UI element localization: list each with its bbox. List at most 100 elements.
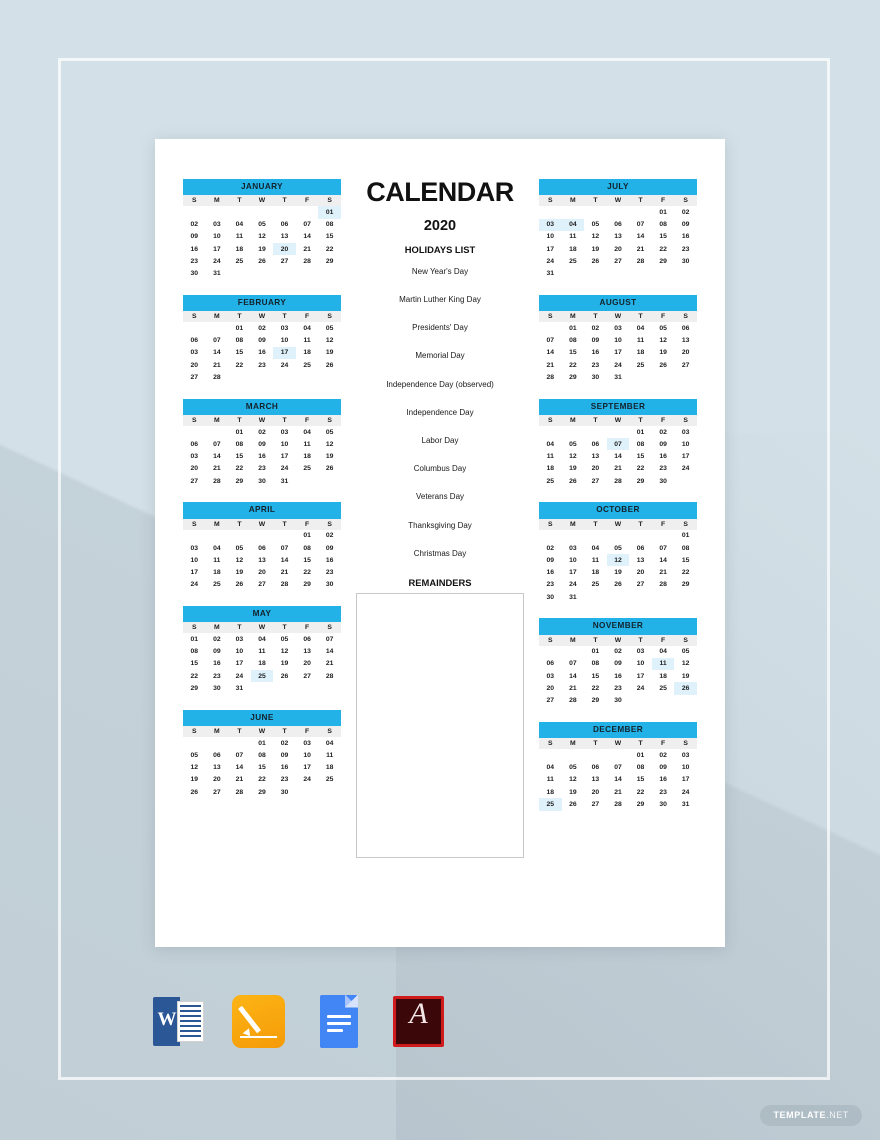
day-cell[interactable]: 19: [318, 347, 341, 359]
day-cell[interactable]: 24: [183, 579, 206, 591]
day-cell[interactable]: 18: [562, 243, 585, 255]
day-cell[interactable]: 17: [183, 566, 206, 578]
day-cell[interactable]: 28: [318, 670, 341, 682]
day-cell[interactable]: 02: [318, 530, 341, 542]
day-cell[interactable]: 09: [251, 438, 274, 450]
day-cell[interactable]: 20: [183, 463, 206, 475]
day-cell[interactable]: 14: [206, 450, 229, 462]
day-cell[interactable]: 27: [183, 475, 206, 487]
day-cell[interactable]: 08: [584, 658, 607, 670]
day-cell[interactable]: 08: [296, 542, 319, 554]
day-cell[interactable]: 15: [318, 231, 341, 243]
day-cell[interactable]: 30: [273, 786, 296, 798]
day-cell[interactable]: 27: [183, 371, 206, 383]
day-cell[interactable]: 03: [629, 646, 652, 658]
day-cell[interactable]: 05: [183, 749, 206, 761]
day-cell[interactable]: 15: [652, 231, 675, 243]
day-cell[interactable]: 17: [629, 670, 652, 682]
day-cell[interactable]: 19: [562, 463, 585, 475]
day-cell[interactable]: 16: [273, 762, 296, 774]
day-cell[interactable]: 31: [607, 371, 630, 383]
day-cell[interactable]: 24: [629, 682, 652, 694]
day-cell[interactable]: 09: [607, 658, 630, 670]
day-cell[interactable]: 03: [674, 426, 697, 438]
day-cell[interactable]: 27: [273, 255, 296, 267]
day-cell[interactable]: 28: [629, 255, 652, 267]
day-cell[interactable]: 20: [607, 243, 630, 255]
day-cell[interactable]: 01: [629, 749, 652, 761]
day-cell[interactable]: 02: [607, 646, 630, 658]
day-cell[interactable]: 26: [318, 463, 341, 475]
day-cell[interactable]: 08: [228, 438, 251, 450]
day-cell[interactable]: 04: [539, 438, 562, 450]
day-cell[interactable]: 24: [273, 359, 296, 371]
day-cell[interactable]: 08: [251, 749, 274, 761]
day-cell[interactable]: 07: [228, 749, 251, 761]
day-cell-holiday[interactable]: 25: [250, 670, 274, 683]
day-cell[interactable]: 23: [318, 566, 341, 578]
microsoft-word-icon[interactable]: W: [150, 993, 207, 1050]
day-cell[interactable]: 14: [273, 554, 296, 566]
day-cell[interactable]: 18: [206, 566, 229, 578]
day-cell[interactable]: 08: [674, 542, 697, 554]
day-cell[interactable]: 12: [674, 658, 697, 670]
day-cell[interactable]: 13: [251, 554, 274, 566]
day-cell[interactable]: 07: [206, 334, 229, 346]
day-cell[interactable]: 09: [674, 219, 697, 231]
day-cell[interactable]: 06: [539, 658, 562, 670]
day-cell[interactable]: 22: [318, 243, 341, 255]
day-cell[interactable]: 24: [296, 774, 319, 786]
day-cell[interactable]: 11: [584, 554, 607, 566]
day-cell[interactable]: 03: [183, 542, 206, 554]
day-cell[interactable]: 06: [629, 542, 652, 554]
day-cell[interactable]: 25: [296, 463, 319, 475]
day-cell[interactable]: 18: [228, 243, 251, 255]
day-cell[interactable]: 31: [674, 798, 697, 810]
day-cell[interactable]: 07: [318, 633, 341, 645]
day-cell[interactable]: 07: [539, 334, 562, 346]
day-cell[interactable]: 03: [607, 322, 630, 334]
day-cell[interactable]: 04: [539, 762, 562, 774]
day-cell[interactable]: 04: [629, 322, 652, 334]
day-cell-holiday[interactable]: 03: [539, 218, 562, 231]
day-cell[interactable]: 20: [296, 658, 319, 670]
day-cell-holiday[interactable]: 04: [561, 218, 585, 231]
day-cell[interactable]: 27: [584, 798, 607, 810]
day-cell[interactable]: 21: [607, 463, 630, 475]
day-cell[interactable]: 30: [652, 475, 675, 487]
day-cell[interactable]: 05: [273, 633, 296, 645]
day-cell[interactable]: 16: [206, 658, 229, 670]
day-cell[interactable]: 20: [584, 463, 607, 475]
day-cell[interactable]: 02: [251, 322, 274, 334]
day-cell[interactable]: 09: [539, 554, 562, 566]
day-cell[interactable]: 09: [251, 334, 274, 346]
day-cell[interactable]: 17: [228, 658, 251, 670]
day-cell[interactable]: 09: [318, 542, 341, 554]
google-docs-icon[interactable]: [310, 993, 367, 1050]
day-cell[interactable]: 10: [183, 554, 206, 566]
day-cell[interactable]: 07: [562, 658, 585, 670]
day-cell[interactable]: 04: [296, 426, 319, 438]
calendar-document-sheet[interactable]: JANUARY S M T W T F S 01 02 03 04 05 06 07 08 09 10 11 12 13…: [155, 139, 725, 947]
day-cell[interactable]: 10: [273, 438, 296, 450]
day-cell[interactable]: 18: [296, 347, 319, 359]
day-cell-holiday[interactable]: 01: [318, 206, 341, 219]
day-cell[interactable]: 04: [584, 542, 607, 554]
day-cell[interactable]: 19: [273, 658, 296, 670]
day-cell[interactable]: 03: [206, 219, 229, 231]
day-cell[interactable]: 19: [652, 347, 675, 359]
day-cell[interactable]: 06: [584, 762, 607, 774]
day-cell[interactable]: 24: [607, 359, 630, 371]
day-cell[interactable]: 29: [652, 255, 675, 267]
day-cell[interactable]: 10: [607, 334, 630, 346]
day-cell-holiday[interactable]: 17: [273, 346, 296, 360]
day-cell[interactable]: 02: [539, 542, 562, 554]
day-cell[interactable]: 10: [629, 658, 652, 670]
day-cell[interactable]: 06: [584, 438, 607, 450]
day-cell[interactable]: 22: [584, 682, 607, 694]
day-cell[interactable]: 08: [652, 219, 675, 231]
day-cell[interactable]: 26: [562, 475, 585, 487]
day-cell[interactable]: 15: [228, 450, 251, 462]
day-cell[interactable]: 22: [183, 670, 206, 682]
day-cell[interactable]: 13: [584, 450, 607, 462]
